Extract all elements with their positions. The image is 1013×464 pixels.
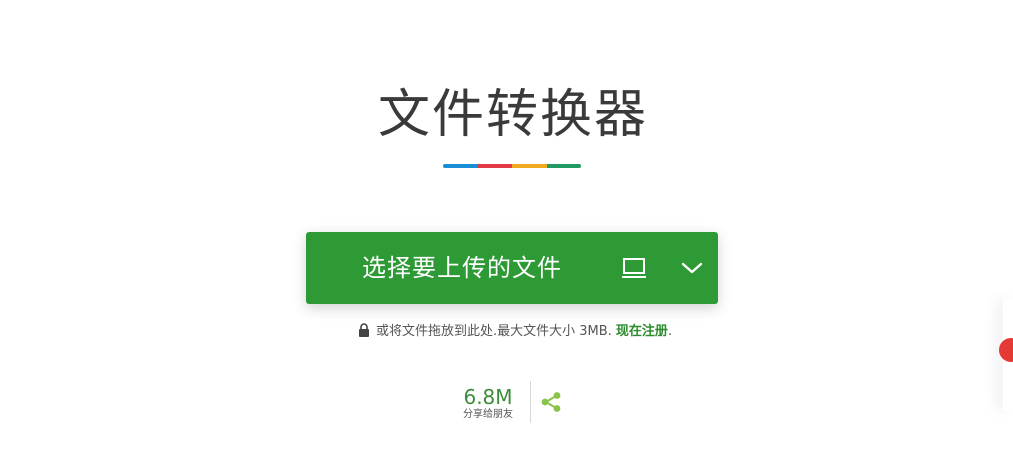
underline-yellow [512, 164, 547, 168]
underline-blue [443, 164, 478, 168]
notification-badge[interactable] [999, 338, 1013, 362]
upload-note: 或将文件拖放到此处.最大文件大小 3MB. 现在注册. [0, 322, 1013, 342]
share-icon[interactable] [540, 391, 562, 413]
share-divider [530, 381, 531, 423]
share-count-label: 分享给朋友 [463, 409, 513, 420]
share-widget: 6.8M 分享给朋友 [452, 381, 572, 425]
note-suffix: . [667, 324, 673, 339]
lock-icon [358, 323, 369, 337]
underline-red [477, 164, 512, 168]
choose-file-button[interactable]: 选择要上传的文件 [306, 232, 718, 304]
page-title: 文件转换器 [377, 85, 648, 145]
underline-green [546, 164, 581, 168]
title-underline [443, 164, 581, 168]
share-count-number: 6.8M [463, 385, 513, 409]
device-icon[interactable] [622, 257, 646, 279]
page: 文件转换器 选择要上传的文件 或将文件拖放到此处.最大文件大小 3MB. 现在注… [0, 0, 1013, 464]
note-text: 或将文件拖放到此处.最大文件大小 3MB. [375, 324, 612, 339]
chevron-down-icon[interactable] [680, 259, 704, 277]
share-count: 6.8M 分享给朋友 [452, 385, 524, 421]
register-link[interactable]: 现在注册 [616, 324, 668, 339]
choose-file-label: 选择要上传的文件 [362, 254, 562, 282]
